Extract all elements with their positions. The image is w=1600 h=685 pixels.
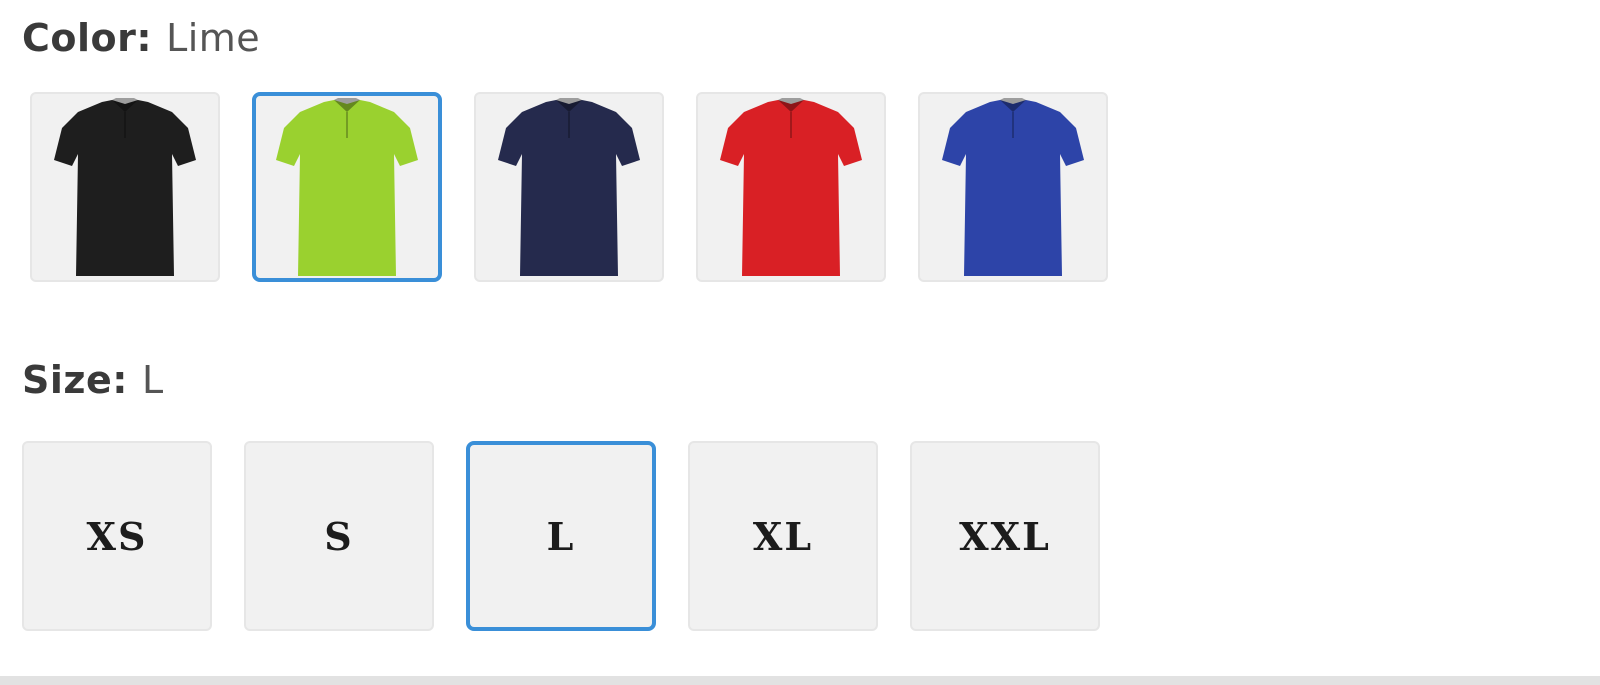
polo-shirt-icon [720,98,862,276]
size-swatch-xl[interactable]: XL [688,441,878,631]
color-label-name: Color: [22,16,153,60]
size-swatch-s[interactable]: S [244,441,434,631]
size-label-name: Size: [22,358,128,402]
color-swatch-navy[interactable] [474,92,664,282]
size-swatch-l[interactable]: L [466,441,656,631]
color-swatch-red[interactable] [696,92,886,282]
size-swatch-label: XL [752,513,814,559]
size-selected-value: L [141,358,164,402]
color-swatch-royal-blue[interactable] [918,92,1108,282]
color-swatch-lime[interactable] [252,92,442,282]
polo-shirt-icon [498,98,640,276]
color-swatch-black[interactable] [30,92,220,282]
size-swatch-label: S [324,513,354,559]
size-swatch-xxl[interactable]: XXL [910,441,1100,631]
bottom-divider [0,676,1600,685]
color-option-label: Color: Lime [22,16,260,60]
color-selected-value: Lime [166,16,261,60]
polo-shirt-icon [54,98,196,276]
size-swatch-xs[interactable]: XS [22,441,212,631]
polo-shirt-icon [276,98,418,276]
size-swatch-list: XS S L XL XXL [22,441,1100,631]
size-option-label: Size: L [22,358,164,402]
color-swatch-list [30,92,1108,282]
polo-shirt-icon [942,98,1084,276]
size-swatch-label: XS [86,513,148,559]
size-swatch-label: L [546,513,576,559]
size-swatch-label: XXL [959,513,1051,559]
